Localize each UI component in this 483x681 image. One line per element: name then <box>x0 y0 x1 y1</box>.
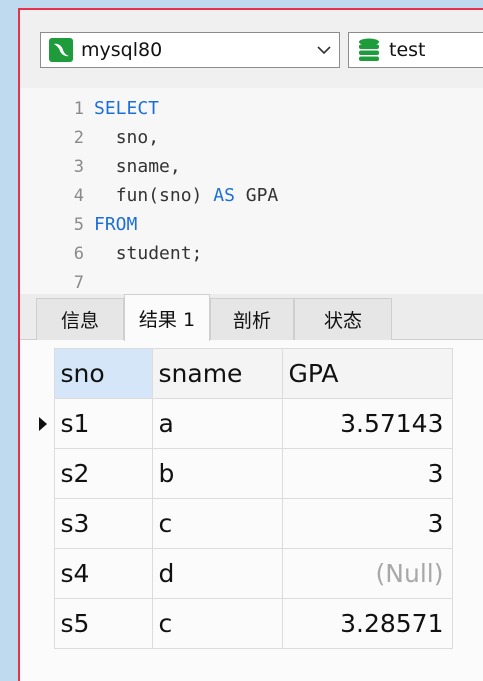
cell-sno[interactable]: s5 <box>53 598 153 649</box>
code-text: FROM <box>94 214 137 235</box>
connection-select[interactable]: mysql80 <box>40 32 340 68</box>
sql-token: sno, <box>115 127 160 148</box>
cell-sname[interactable]: a <box>151 398 283 449</box>
row-marker <box>32 598 55 649</box>
line-number: 1 <box>73 98 84 119</box>
sql-keyword: FROM <box>94 214 138 235</box>
code-line[interactable]: 7 <box>20 268 94 297</box>
column-header-sno[interactable]: sno <box>53 348 153 399</box>
tab-profile[interactable]: 剖析 <box>210 298 294 340</box>
cell-sno[interactable]: s3 <box>53 498 153 549</box>
code-text: sname, <box>94 156 181 177</box>
table-row[interactable]: s2 b 3 <box>32 448 453 499</box>
line-number: 3 <box>73 156 84 177</box>
sql-token: student; <box>115 243 203 264</box>
row-marker <box>32 498 55 549</box>
code-text: SELECT <box>94 98 159 119</box>
database-icon <box>357 38 381 62</box>
result-tabs: 信息 结果 1 剖析 状态 <box>20 294 483 341</box>
line-number: 6 <box>73 243 84 264</box>
sql-token: sname, <box>115 156 181 177</box>
code-line[interactable]: 1 SELECT <box>20 94 159 123</box>
table-row[interactable]: s1 a 3.57143 <box>32 398 453 449</box>
tab-info[interactable]: 信息 <box>36 298 124 340</box>
cell-sname[interactable]: c <box>151 598 283 649</box>
cell-gpa[interactable]: 3.57143 <box>281 398 453 449</box>
code-line[interactable]: 5 FROM <box>20 210 138 239</box>
cell-sno[interactable]: s2 <box>53 448 153 499</box>
cell-sname[interactable]: b <box>151 448 283 499</box>
line-number: 2 <box>73 127 84 148</box>
tab-status[interactable]: 状态 <box>294 298 392 340</box>
code-text: sno, <box>94 127 159 148</box>
code-line[interactable]: 3 sname, <box>20 152 181 181</box>
cell-gpa[interactable]: 3 <box>281 448 453 499</box>
row-marker <box>32 448 55 499</box>
table-row[interactable]: s4 d (Null) <box>32 548 453 599</box>
cell-sname[interactable]: d <box>151 548 283 599</box>
code-text: student; <box>94 243 203 264</box>
result-grid: sno sname GPA s1 a 3.57143 s2 b 3 s3 c 3… <box>20 340 483 681</box>
code-text: fun(sno) AS GPA <box>94 185 279 206</box>
table-row[interactable]: s3 c 3 <box>32 498 453 549</box>
code-line[interactable]: 4 fun(sno) AS GPA <box>20 181 279 210</box>
result-table: sno sname GPA s1 a 3.57143 s2 b 3 s3 c 3… <box>32 348 453 649</box>
line-number: 5 <box>73 214 84 235</box>
sql-editor[interactable]: 1 SELECT 2 sno, 3 sname, 4 fun(sno) AS GPA 5 F… <box>20 88 483 294</box>
chevron-down-icon[interactable] <box>309 45 339 55</box>
database-select[interactable]: test <box>348 32 483 68</box>
line-number: 4 <box>73 185 84 206</box>
column-header-gpa[interactable]: GPA <box>281 348 453 399</box>
header-row: sno sname GPA <box>32 348 453 399</box>
table-row[interactable]: s5 c 3.28571 <box>32 598 453 649</box>
code-line[interactable]: 2 sno, <box>20 123 159 152</box>
cell-sno[interactable]: s4 <box>53 548 153 599</box>
current-row-arrow-icon <box>32 398 55 449</box>
line-number: 7 <box>73 272 84 293</box>
mysql-dolphin-icon <box>49 38 73 62</box>
cell-gpa[interactable]: 3 <box>281 498 453 549</box>
database-label: test <box>389 39 426 61</box>
tab-result-1[interactable]: 结果 1 <box>124 294 210 341</box>
cell-sname[interactable]: c <box>151 498 283 549</box>
connection-label: mysql80 <box>81 39 163 61</box>
cell-gpa-null[interactable]: (Null) <box>281 548 453 599</box>
sql-token: GPA <box>234 185 279 206</box>
sql-token: fun(sno) <box>115 185 214 206</box>
query-window: mysql80 test 1 SELECT 2 sno, 3 sname, 4 fun(… <box>18 8 483 681</box>
row-marker-header <box>32 348 55 399</box>
sql-keyword: AS <box>213 185 235 206</box>
cell-gpa[interactable]: 3.28571 <box>281 598 453 649</box>
query-toolbar: mysql80 test <box>20 10 483 90</box>
code-line[interactable]: 6 student; <box>20 239 203 268</box>
cell-sno[interactable]: s1 <box>53 398 153 449</box>
row-marker <box>32 548 55 599</box>
column-header-sname[interactable]: sname <box>151 348 283 399</box>
sql-keyword: SELECT <box>94 98 160 119</box>
